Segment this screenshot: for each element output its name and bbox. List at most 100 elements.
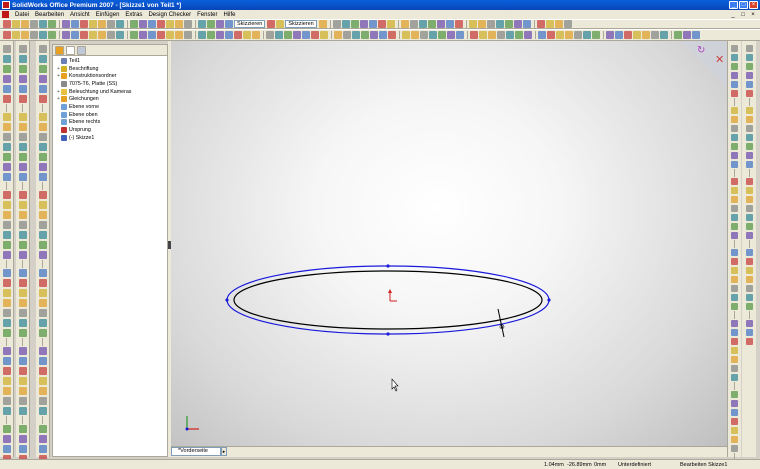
toolbar-button-icon[interactable] <box>216 31 224 39</box>
toolbar-button-icon[interactable] <box>30 31 38 39</box>
toolbar-button-icon[interactable] <box>225 31 233 39</box>
toolbar-button-icon[interactable] <box>468 20 477 28</box>
toolbar-button-icon[interactable] <box>745 223 753 230</box>
toolbar-button-icon[interactable] <box>267 20 276 28</box>
toolbar-button-icon[interactable] <box>745 276 753 283</box>
toolbar-button-icon[interactable] <box>38 397 47 405</box>
toolbar-button-icon[interactable] <box>62 31 70 39</box>
menu-window[interactable]: Fenster <box>194 12 220 18</box>
toolbar-button-icon[interactable] <box>615 31 623 39</box>
toolbar-button-icon[interactable] <box>633 31 641 39</box>
toolbar-button-icon[interactable] <box>275 31 283 39</box>
toolbar-button-icon[interactable] <box>12 31 20 39</box>
toolbar-button-icon[interactable] <box>18 387 27 395</box>
toolbar-button-icon[interactable] <box>536 20 545 28</box>
toolbar-button-icon[interactable] <box>745 196 753 203</box>
menu-view[interactable]: Ansicht <box>67 12 93 18</box>
toolbar-button-icon[interactable] <box>71 20 79 28</box>
toolbar-button-icon[interactable] <box>370 31 378 39</box>
toolbar-button-icon[interactable] <box>18 319 27 327</box>
graphics-viewport[interactable]: ↻ ✕ ⊗ <box>171 41 727 457</box>
toolbar-button-icon[interactable] <box>18 445 27 453</box>
toolbar-button-icon[interactable] <box>39 20 47 28</box>
toolbar-button-icon[interactable] <box>18 211 27 219</box>
rebuild-icon[interactable]: ↻ <box>697 45 705 56</box>
toolbar-button-icon[interactable] <box>107 31 115 39</box>
toolbar-button-icon[interactable] <box>731 187 738 194</box>
toolbar-button-icon[interactable] <box>488 31 496 39</box>
toolbar-button-icon[interactable] <box>243 31 251 39</box>
toolbar-button-icon[interactable] <box>445 20 454 28</box>
toolbar-button-icon[interactable] <box>731 63 738 70</box>
toolbar-button-icon[interactable] <box>276 20 285 28</box>
toolbar-button-icon[interactable] <box>486 20 495 28</box>
toolbar-button-icon[interactable] <box>18 173 27 181</box>
toolbar-button-icon[interactable] <box>745 249 753 256</box>
toolbar-button-icon[interactable] <box>2 123 11 131</box>
toolbar-button-icon[interactable] <box>745 267 753 274</box>
toolbar-button-icon[interactable] <box>731 152 738 159</box>
toolbar-button-icon[interactable] <box>2 163 11 171</box>
toolbar-button-icon[interactable] <box>2 319 11 327</box>
toolbar-button-icon[interactable] <box>2 55 11 63</box>
toolbar-button-icon[interactable] <box>266 31 274 39</box>
toolbar-button-icon[interactable] <box>2 269 11 277</box>
toolbar-button-icon[interactable] <box>98 31 106 39</box>
toolbar-button-icon[interactable] <box>554 20 563 28</box>
toolbar-button-icon[interactable] <box>38 299 47 307</box>
toolbar-button-icon[interactable] <box>18 397 27 405</box>
toolbar-button-icon[interactable] <box>427 20 436 28</box>
toolbar-button-icon[interactable] <box>18 435 27 443</box>
toolbar-button-icon[interactable] <box>731 400 738 407</box>
toolbar-button-icon[interactable] <box>38 65 47 73</box>
toolbar-button-icon[interactable] <box>38 133 47 141</box>
document-icon[interactable] <box>2 11 9 18</box>
menu-design-checker[interactable]: Design Checker <box>145 12 194 18</box>
toolbar-button-icon[interactable] <box>148 31 156 39</box>
toolbar-button-icon[interactable] <box>745 285 753 292</box>
toolbar-button-icon[interactable] <box>38 201 47 209</box>
toolbar-button-icon[interactable] <box>731 294 738 301</box>
maximize-button[interactable]: □ <box>739 1 748 9</box>
toolbar-button-icon[interactable] <box>39 31 47 39</box>
toolbar-button-icon[interactable] <box>2 85 11 93</box>
toolbar-button-icon[interactable] <box>745 143 753 150</box>
toolbar-button-icon[interactable] <box>731 249 738 256</box>
toolbar-button-icon[interactable] <box>400 20 409 28</box>
toolbar-button-icon[interactable] <box>388 31 396 39</box>
toolbar-button-icon[interactable] <box>18 357 27 365</box>
toolbar-button-icon[interactable] <box>38 377 47 385</box>
close-button[interactable]: × <box>749 1 758 9</box>
toolbar-button-icon[interactable] <box>148 20 156 28</box>
doc-minimize-button[interactable]: _ <box>729 12 737 18</box>
toolbar-button-icon[interactable] <box>731 90 738 97</box>
toolbar-button-icon[interactable] <box>18 85 27 93</box>
toolbar-button-icon[interactable] <box>2 133 11 141</box>
toolbar-button-icon[interactable] <box>3 20 11 28</box>
toolbar-button-icon[interactable] <box>198 31 206 39</box>
toolbar-button-icon[interactable] <box>731 347 738 354</box>
menu-help[interactable]: Hilfe <box>220 12 238 18</box>
toolbar-button-icon[interactable] <box>745 134 753 141</box>
toolbar-button-icon[interactable] <box>234 31 242 39</box>
toolbar-button-icon[interactable] <box>80 31 88 39</box>
toolbar-button-icon[interactable] <box>504 20 513 28</box>
toolbar-button-icon[interactable] <box>18 425 27 433</box>
toolbar-button-icon[interactable] <box>341 20 350 28</box>
toolbar-button-icon[interactable] <box>18 309 27 317</box>
toolbar-button-icon[interactable] <box>2 299 11 307</box>
toolbar-button-icon[interactable] <box>2 397 11 405</box>
toolbar-button-icon[interactable] <box>38 241 47 249</box>
toolbar-button-icon[interactable] <box>198 20 206 28</box>
toolbar-button-icon[interactable] <box>38 143 47 151</box>
toolbar-button-icon[interactable] <box>2 173 11 181</box>
toolbar-button-icon[interactable] <box>731 223 738 230</box>
toolbar-button-icon[interactable] <box>731 436 738 443</box>
toolbar-button-icon[interactable] <box>38 95 47 103</box>
tree-item-5[interactable]: + Gleichungen <box>56 95 167 103</box>
toolbar-button-icon[interactable] <box>2 251 11 259</box>
toolbar-button-icon[interactable] <box>175 31 183 39</box>
toolbar-button-icon[interactable] <box>302 31 310 39</box>
toolbar-button-icon[interactable] <box>139 20 147 28</box>
toolbar-button-icon[interactable] <box>745 178 753 185</box>
